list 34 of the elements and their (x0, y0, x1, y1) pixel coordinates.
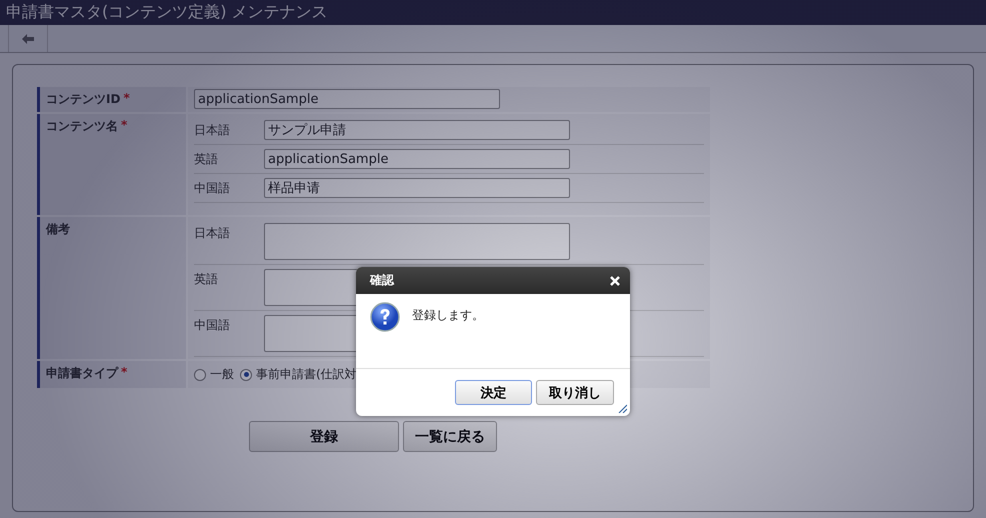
required-mark: * (121, 365, 128, 379)
required-mark: * (121, 118, 128, 132)
language-label: 日本語 (194, 225, 231, 242)
form-button[interactable]: 登録 (249, 421, 399, 452)
question-icon (370, 302, 400, 332)
text-field[interactable]: applicationSample (194, 89, 500, 109)
language-label: 日本語 (194, 122, 231, 139)
language-label: 英語 (194, 151, 219, 168)
resize-grip-icon[interactable] (617, 403, 627, 413)
page-title: 申請書マスタ(コンテンツ定義) メンテナンス (0, 0, 986, 25)
language-label: 英語 (194, 271, 219, 288)
text-field[interactable]: applicationSample (264, 149, 570, 169)
radio-button[interactable] (194, 368, 206, 380)
back-arrow-icon (22, 34, 34, 44)
required-mark: * (123, 91, 130, 105)
field-label: コンテンツID (46, 91, 120, 108)
radio-label: 事前申請書(仕訳対 (256, 366, 357, 383)
form-button[interactable]: 一覧に戻る (403, 421, 497, 452)
radio-button[interactable] (240, 368, 252, 380)
text-field[interactable]: 样品申请 (264, 178, 570, 198)
back-button[interactable] (8, 25, 48, 52)
dialog-button[interactable]: 取り消し (536, 380, 614, 405)
text-field[interactable]: サンプル申請 (264, 120, 570, 140)
radio-label: 一般 (210, 366, 234, 383)
dialog-message: 登録します。 (412, 307, 484, 324)
field-label: 備考 (46, 221, 70, 238)
dialog-title: 確認 (370, 272, 394, 289)
language-label: 中国語 (194, 317, 231, 334)
dialog-button[interactable]: 決定 (455, 380, 532, 405)
text-area[interactable] (264, 223, 570, 260)
field-label: コンテンツ名 (46, 118, 118, 135)
field-label: 申請書タイプ (46, 365, 118, 382)
close-icon[interactable] (610, 276, 620, 286)
language-label: 中国語 (194, 180, 231, 197)
